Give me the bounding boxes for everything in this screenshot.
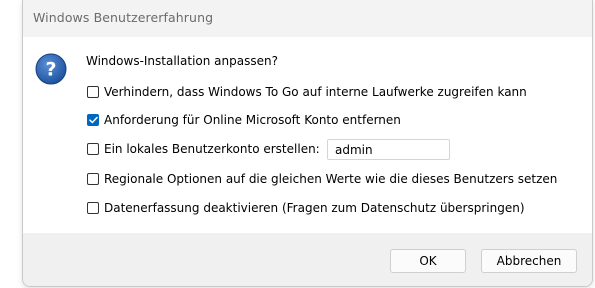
- option-label: Anforderung für Online Microsoft Konto e…: [104, 113, 401, 127]
- option-label: Regionale Optionen auf die gleichen Wert…: [104, 172, 558, 186]
- cancel-button[interactable]: Abbrechen: [481, 249, 577, 273]
- option-remove-online-account[interactable]: Anforderung für Online Microsoft Konto e…: [87, 112, 401, 128]
- title-bar[interactable]: Windows Benutzererfahrung: [23, 0, 592, 37]
- dialog-window: Windows Benutzererfahrung ? Windows-Inst…: [22, 0, 593, 287]
- option-regional-settings[interactable]: Regionale Optionen auf die gleichen Wert…: [87, 171, 557, 187]
- checkbox-remove-online-account[interactable]: [87, 114, 99, 126]
- option-prevent-internal-drives[interactable]: Verhindern, dass Windows To Go auf inter…: [87, 84, 527, 100]
- checkbox-disable-data-collection[interactable]: [87, 202, 99, 214]
- dialog-prompt: Windows-Installation anpassen?: [86, 54, 278, 68]
- dialog-content: ? Windows-Installation anpassen? Verhind…: [23, 37, 592, 233]
- option-label: Ein lokales Benutzerkonto erstellen:: [104, 142, 320, 156]
- checkbox-create-local-account[interactable]: [87, 143, 99, 155]
- dialog-footer: OK Abbrechen: [23, 233, 592, 286]
- option-label: Datenerfassung deaktivieren (Fragen zum …: [104, 201, 525, 215]
- ok-button[interactable]: OK: [390, 249, 466, 273]
- option-disable-data-collection[interactable]: Datenerfassung deaktivieren (Fragen zum …: [87, 200, 525, 216]
- checkbox-prevent-internal-drives[interactable]: [87, 86, 99, 98]
- option-label: Verhindern, dass Windows To Go auf inter…: [104, 85, 527, 99]
- checkmark-icon: [88, 116, 98, 124]
- username-field[interactable]: [327, 139, 450, 160]
- question-icon: ?: [35, 53, 67, 85]
- option-create-local-account[interactable]: Ein lokales Benutzerkonto erstellen:: [87, 141, 320, 157]
- window-title: Windows Benutzererfahrung: [33, 10, 214, 25]
- checkbox-regional-settings[interactable]: [87, 173, 99, 185]
- svg-text:?: ?: [45, 59, 56, 81]
